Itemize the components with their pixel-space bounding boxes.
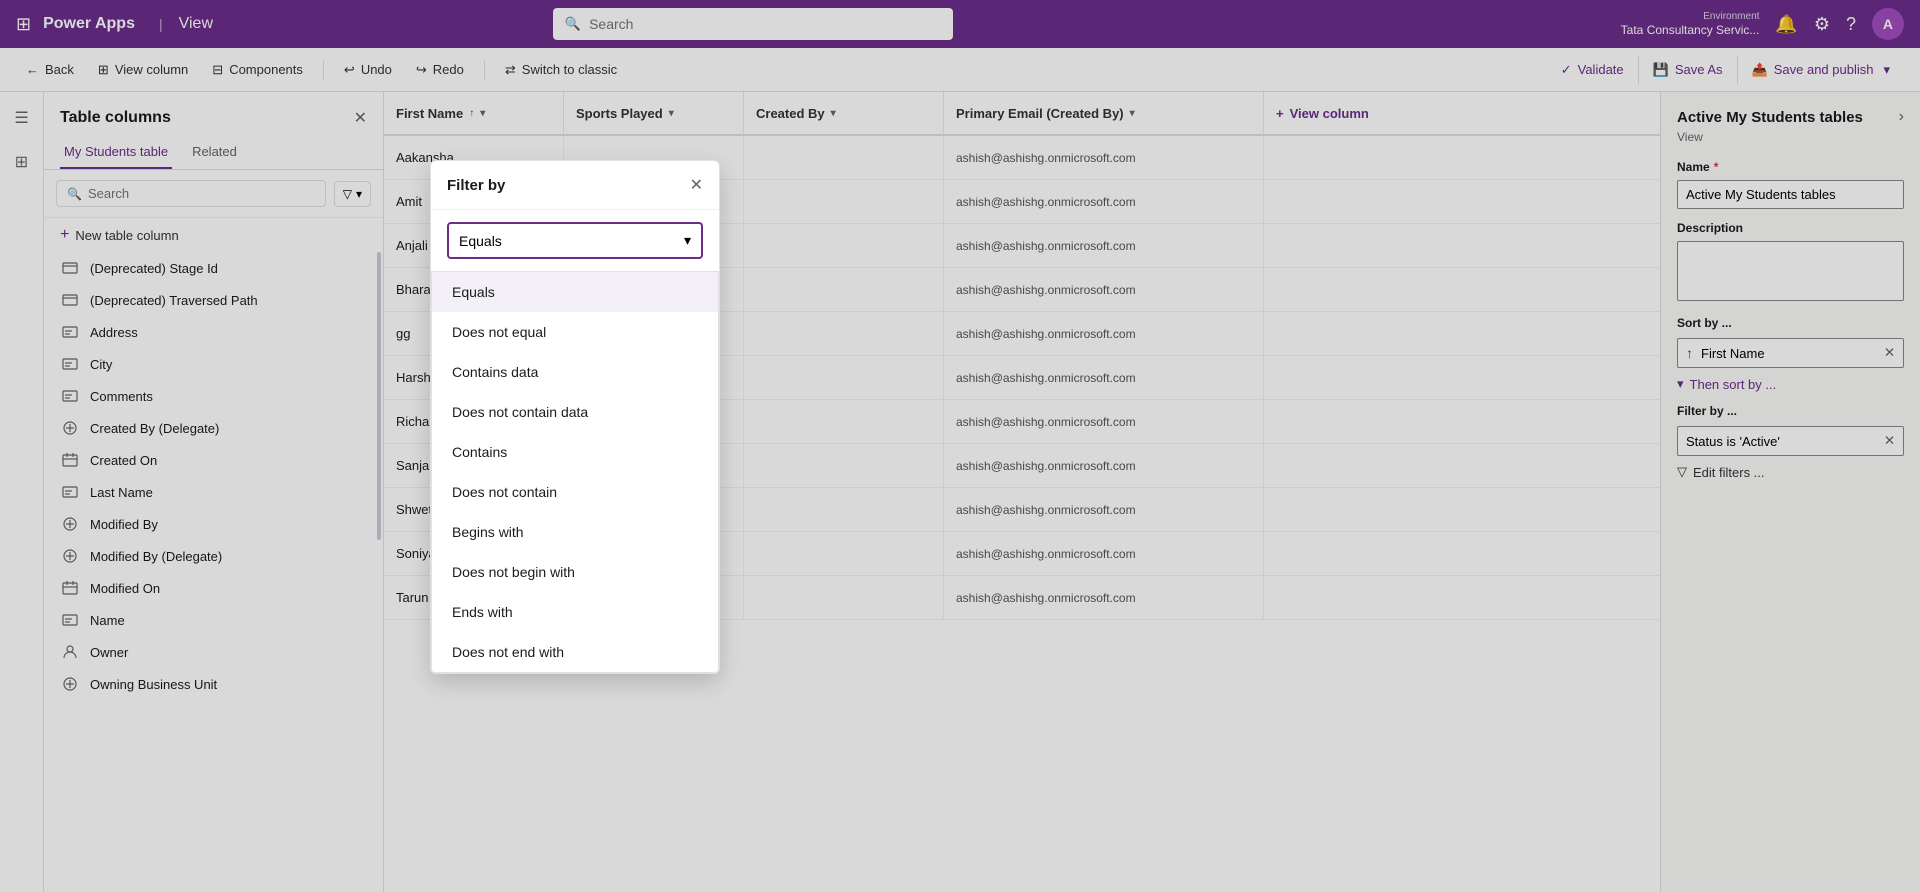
filter-option-item[interactable]: Does not contain xyxy=(432,472,718,512)
filter-dropdown-chevron-icon: ▾ xyxy=(684,232,691,249)
filter-option-item[interactable]: Equals xyxy=(432,272,718,312)
filter-modal-close-button[interactable]: ✕ xyxy=(690,175,703,195)
filter-dropdown[interactable]: Equals ▾ xyxy=(447,222,703,259)
filter-options-list: EqualsDoes not equalContains dataDoes no… xyxy=(431,271,719,673)
filter-modal-title: Filter by xyxy=(447,177,505,194)
filter-option-item[interactable]: Does not end with xyxy=(432,632,718,672)
filter-modal: Filter by ✕ Equals ▾ EqualsDoes not equa… xyxy=(430,160,720,674)
filter-option-item[interactable]: Does not equal xyxy=(432,312,718,352)
filter-option-item[interactable]: Does not begin with xyxy=(432,552,718,592)
filter-option-item[interactable]: Does not contain data xyxy=(432,392,718,432)
modal-overlay[interactable]: Filter by ✕ Equals ▾ EqualsDoes not equa… xyxy=(0,0,1920,892)
filter-option-item[interactable]: Contains xyxy=(432,432,718,472)
filter-selected-option: Equals xyxy=(459,233,502,249)
filter-option-item[interactable]: Contains data xyxy=(432,352,718,392)
filter-option-item[interactable]: Begins with xyxy=(432,512,718,552)
filter-modal-header: Filter by ✕ xyxy=(431,161,719,210)
filter-option-item[interactable]: Ends with xyxy=(432,592,718,632)
filter-dropdown-wrap: Equals ▾ xyxy=(431,210,719,271)
